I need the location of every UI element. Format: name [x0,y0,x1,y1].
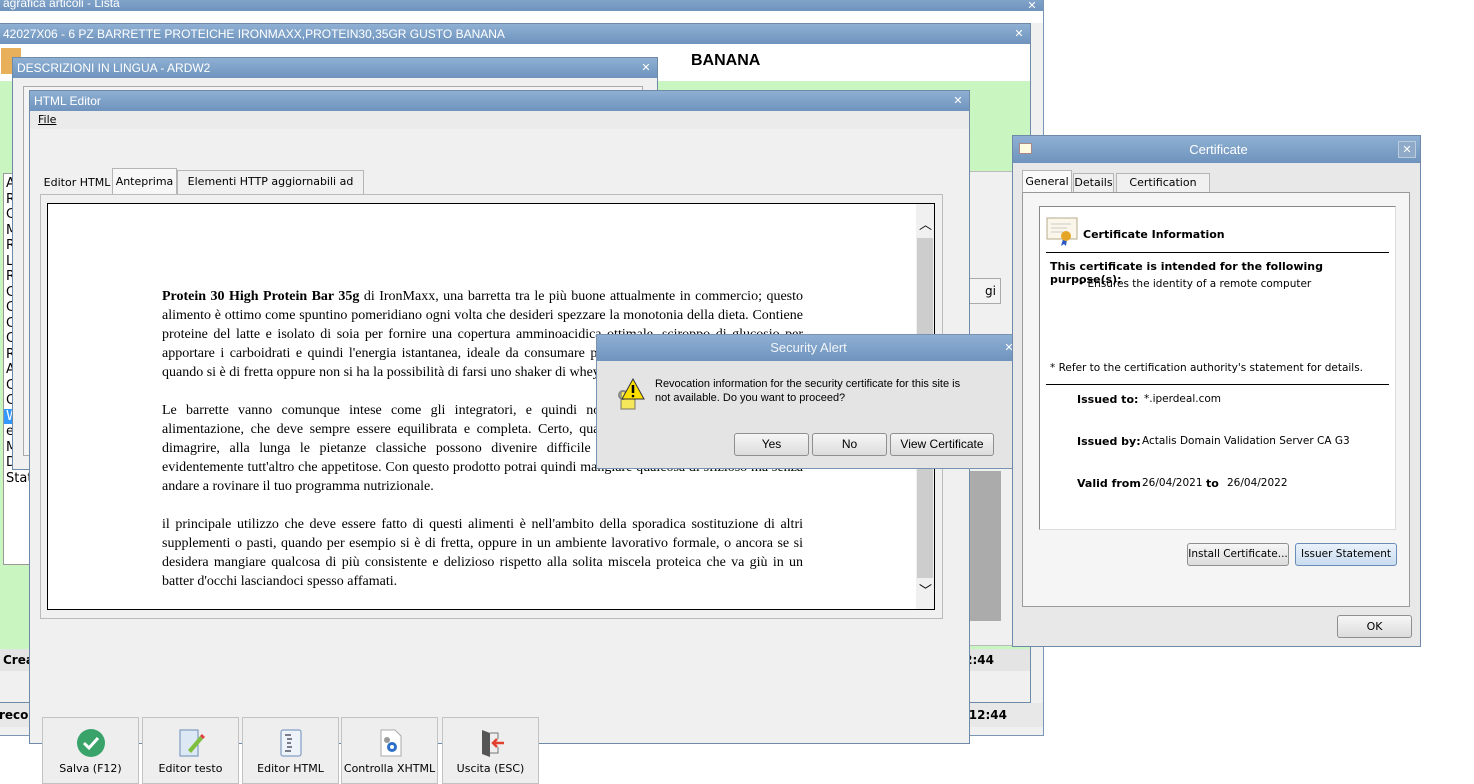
tab-details[interactable]: Details [1073,173,1114,193]
exit-door-icon [482,730,504,757]
security-alert-dialog: Security Alert ✕ Revocation information … [596,334,1017,469]
divider [1046,384,1389,385]
menu-bar: File [30,111,969,129]
valid-from-value: 26/04/2021 [1142,477,1203,489]
issued-by-label: Issued by: [1077,435,1141,448]
tab-certification-path[interactable]: Certification Path [1116,173,1210,207]
scroll-up-icon[interactable]: ︿ [919,214,932,233]
authority-note: * Refer to the certification authority's… [1050,362,1364,374]
menu-file[interactable]: File [38,113,56,126]
exit-button[interactable]: Uscita (ESC) [442,717,539,784]
no-button[interactable]: No [812,433,887,456]
article-title: 42027X06 - 6 PZ BARRETTE PROTEICHE IRONM… [0,24,1030,44]
issued-to-value: *.iperdeal.com [1144,393,1222,405]
ok-button[interactable]: OK [1337,615,1412,638]
issuer-statement-button[interactable]: Issuer Statement [1295,543,1397,566]
article-header-text: BANANA [691,52,761,69]
paragraph-3: il principale utilizzo che deve essere f… [162,517,803,589]
gear-document-icon [380,729,402,757]
issued-by-value: Actalis Domain Validation Server CA G3 [1142,435,1350,447]
tab-http-elements[interactable]: Elementi HTTP aggiornabili ad HTTPS [177,170,364,210]
certificate-info-box: Certificate Information This certificate… [1039,206,1396,530]
certificate-dialog: Certificate ✕ General Details Certificat… [1012,135,1421,647]
article-list-title: agrafica articoli - Lista [0,0,1043,11]
scroll-down-icon[interactable]: ﹀ [919,580,932,599]
tab-general[interactable]: General [1022,170,1072,193]
view-certificate-button[interactable]: View Certificate [890,433,994,456]
yes-button[interactable]: Yes [734,433,809,456]
warning-lock-icon [618,377,645,410]
security-alert-title: Security Alert [597,335,1016,361]
valid-to-value: 26/04/2022 [1227,477,1288,489]
language-window-title: DESCRIZIONI IN LINGUA - ARDW2 [13,58,657,78]
side-gray-area [969,471,1001,621]
certificate-small-icon [1019,143,1032,154]
product-name: Protein 30 High Protein Bar 35g [162,289,360,304]
issued-to-label: Issued to: [1077,393,1139,406]
check-xhtml-button[interactable]: Controlla XHTML [341,717,438,784]
close-icon[interactable]: ✕ [639,61,653,75]
purpose-item: • Ensures the identity of a remote compu… [1078,278,1312,290]
close-icon[interactable]: ✕ [1398,141,1416,158]
text-editor-button[interactable]: Editor testo [142,717,239,784]
check-circle-icon [77,729,105,757]
install-certificate-button[interactable]: Install Certificate... [1187,543,1289,566]
side-button[interactable]: gi [969,278,1001,304]
certificate-title: Certificate [1013,136,1420,163]
valid-from-label: Valid from [1077,477,1141,490]
html-editor-button[interactable]: Editor HTML [242,717,339,784]
tab-editor-html[interactable]: Editor HTML [42,171,112,194]
close-icon[interactable]: ✕ [951,94,965,108]
certificate-info-heading: Certificate Information [1083,228,1225,241]
general-panel: Certificate Information This certificate… [1022,192,1410,607]
html-editor-title: HTML Editor [30,91,969,111]
divider [1046,252,1389,253]
close-icon[interactable]: ✕ [1012,27,1026,41]
edit-document-icon [179,729,205,757]
tab-anteprima[interactable]: Anteprima [112,168,177,195]
certificate-icon [1046,217,1078,246]
save-button[interactable]: Salva (F12) [42,717,139,784]
list-header [0,11,1043,23]
html-document-icon [280,729,302,757]
security-alert-message: Revocation information for the security … [655,378,961,404]
status-time: 12:44 [968,708,1007,722]
valid-to-label: to [1206,477,1219,490]
